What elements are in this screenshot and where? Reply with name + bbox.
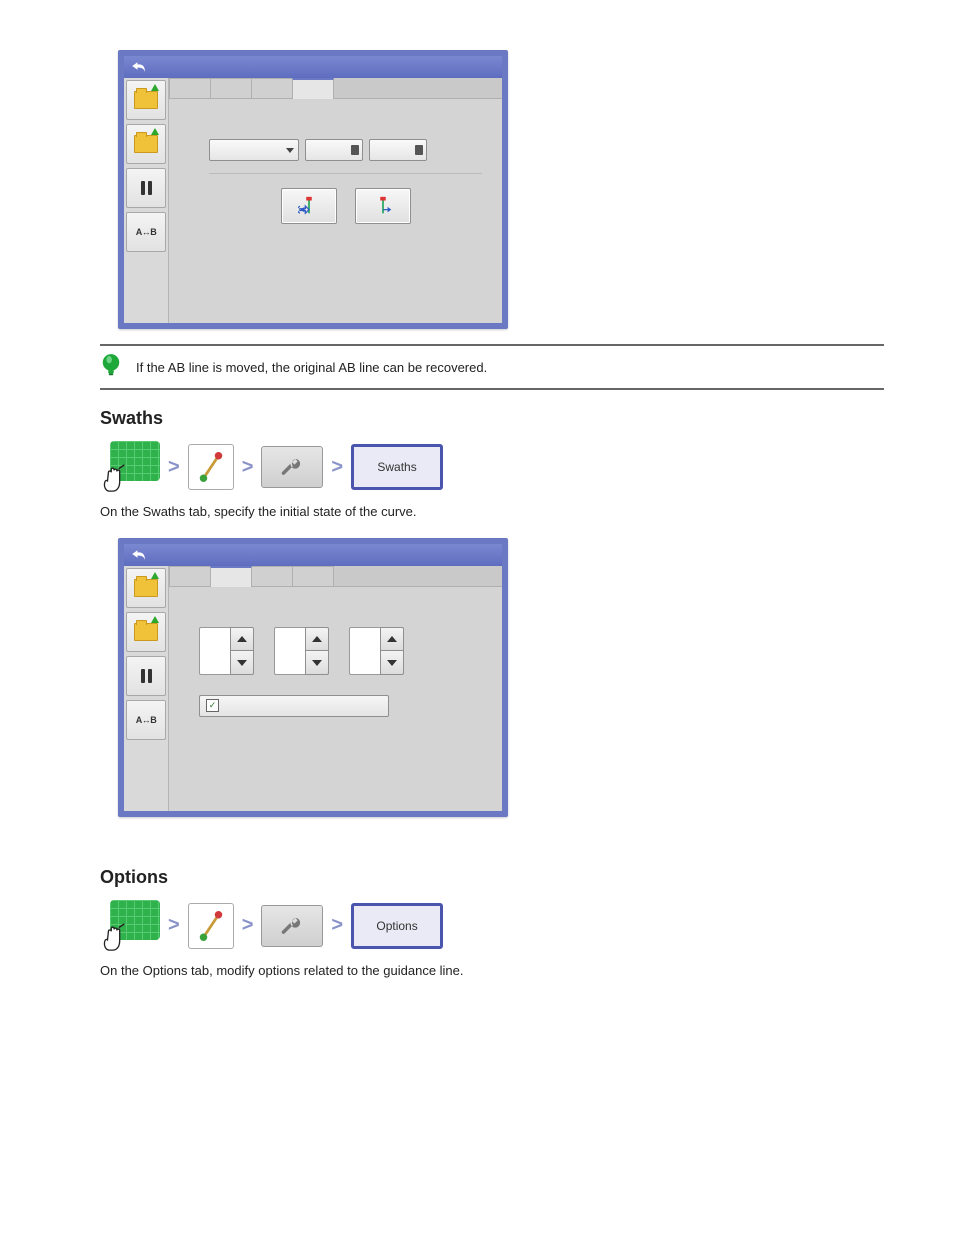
swath-3-decrement[interactable] <box>380 651 404 675</box>
swaths-tab-label: Swaths <box>377 460 416 474</box>
chevron-up-icon <box>387 636 397 642</box>
window-content <box>169 78 502 323</box>
window-sidebar: A↔B <box>124 566 169 811</box>
settings-wrench-button[interactable] <box>261 446 323 488</box>
swaths-tab-button[interactable]: Swaths <box>351 444 443 490</box>
swaths-navigation-breadcrumb: > > > Swaths <box>100 441 884 493</box>
touchscreen-icon <box>100 900 160 952</box>
chevron-right-icon: > <box>242 914 254 937</box>
tab-4[interactable] <box>292 566 334 586</box>
tip-text: If the AB line is moved, the original AB… <box>136 360 487 375</box>
tab-3[interactable] <box>251 566 293 586</box>
options-description: On the Options tab, modify options relat… <box>100 962 884 981</box>
chevron-right-icon: > <box>242 456 254 479</box>
settings-wrench-button[interactable] <box>261 905 323 947</box>
tip-callout: If the AB line is moved, the original AB… <box>100 344 884 390</box>
window-sidebar: A↔B <box>124 78 169 323</box>
import-file-button[interactable] <box>126 124 166 164</box>
folder-open-icon <box>134 91 158 109</box>
numeric-keypad-icon <box>415 145 423 155</box>
swaths-heading: Swaths <box>100 408 884 429</box>
shift-direction-dropdown[interactable] <box>209 139 299 161</box>
shift-left-icon <box>298 195 320 217</box>
tab-strip <box>169 78 502 99</box>
a-to-b-icon: A↔B <box>136 715 157 725</box>
window-content: ✓ <box>169 566 502 811</box>
chevron-down-icon <box>387 660 397 666</box>
shift-right-icon <box>372 195 394 217</box>
chevron-right-icon: > <box>331 456 343 479</box>
pause-icon <box>141 669 152 683</box>
shift-right-button[interactable] <box>355 188 411 224</box>
window-titlebar <box>124 56 502 78</box>
a-to-b-button[interactable]: A↔B <box>126 700 166 740</box>
swath-spinner-3 <box>349 627 404 675</box>
window-titlebar <box>124 544 502 566</box>
swath-value-1[interactable] <box>199 627 230 675</box>
checkbox-icon: ✓ <box>206 699 219 712</box>
options-heading: Options <box>100 867 884 888</box>
swath-2-decrement[interactable] <box>305 651 329 675</box>
pause-button[interactable] <box>126 168 166 208</box>
options-navigation-breadcrumb: > > > Options <box>100 900 884 952</box>
swaths-pane: ✓ <box>169 587 502 727</box>
wrench-icon <box>279 454 305 480</box>
tab-4-shift[interactable] <box>292 78 334 99</box>
shift-distance-input-1[interactable] <box>305 139 363 161</box>
swaths-description: On the Swaths tab, specify the initial s… <box>100 503 884 522</box>
guidance-edit-window-shift: A↔B <box>118 50 508 329</box>
open-file-button[interactable] <box>126 568 166 608</box>
tab-2[interactable] <box>210 78 252 98</box>
guidance-line-icon-button[interactable] <box>188 444 234 490</box>
shift-pane <box>169 99 502 234</box>
numeric-keypad-icon <box>351 145 359 155</box>
document-page: A↔B <box>0 0 954 1235</box>
shift-left-button[interactable] <box>281 188 337 224</box>
touchscreen-icon <box>100 441 160 493</box>
tab-3[interactable] <box>251 78 293 98</box>
chevron-down-icon <box>312 660 322 666</box>
chevron-down-icon <box>286 148 294 153</box>
swath-value-3[interactable] <box>349 627 380 675</box>
tab-2-swaths[interactable] <box>210 566 252 587</box>
chevron-up-icon <box>312 636 322 642</box>
wrench-icon <box>279 913 305 939</box>
swath-option-checkbox[interactable]: ✓ <box>199 695 389 717</box>
a-to-b-icon: A↔B <box>136 227 157 237</box>
chevron-down-icon <box>237 660 247 666</box>
import-file-button[interactable] <box>126 612 166 652</box>
a-to-b-button[interactable]: A↔B <box>126 212 166 252</box>
divider <box>209 173 482 174</box>
swath-1-increment[interactable] <box>230 627 254 652</box>
tab-1[interactable] <box>169 566 211 586</box>
options-tab-label: Options <box>376 919 417 933</box>
swath-1-decrement[interactable] <box>230 651 254 675</box>
lightbulb-icon <box>100 352 122 382</box>
folder-open-icon <box>134 579 158 597</box>
guidance-line-icon-button[interactable] <box>188 903 234 949</box>
shift-distance-input-2[interactable] <box>369 139 427 161</box>
undo-icon[interactable] <box>130 60 148 74</box>
pause-button[interactable] <box>126 656 166 696</box>
folder-import-icon <box>134 623 158 641</box>
swath-spinner-1 <box>199 627 254 675</box>
tab-1[interactable] <box>169 78 211 98</box>
swath-spinner-2 <box>274 627 329 675</box>
swath-2-increment[interactable] <box>305 627 329 652</box>
swath-value-2[interactable] <box>274 627 305 675</box>
tab-strip <box>169 566 502 587</box>
chevron-up-icon <box>237 636 247 642</box>
undo-icon[interactable] <box>130 548 148 562</box>
options-tab-button[interactable]: Options <box>351 903 443 949</box>
pause-icon <box>141 181 152 195</box>
swath-3-increment[interactable] <box>380 627 404 652</box>
chevron-right-icon: > <box>168 914 180 937</box>
chevron-right-icon: > <box>168 456 180 479</box>
open-file-button[interactable] <box>126 80 166 120</box>
chevron-right-icon: > <box>331 914 343 937</box>
folder-import-icon <box>134 135 158 153</box>
guidance-edit-window-swaths: A↔B <box>118 538 508 817</box>
